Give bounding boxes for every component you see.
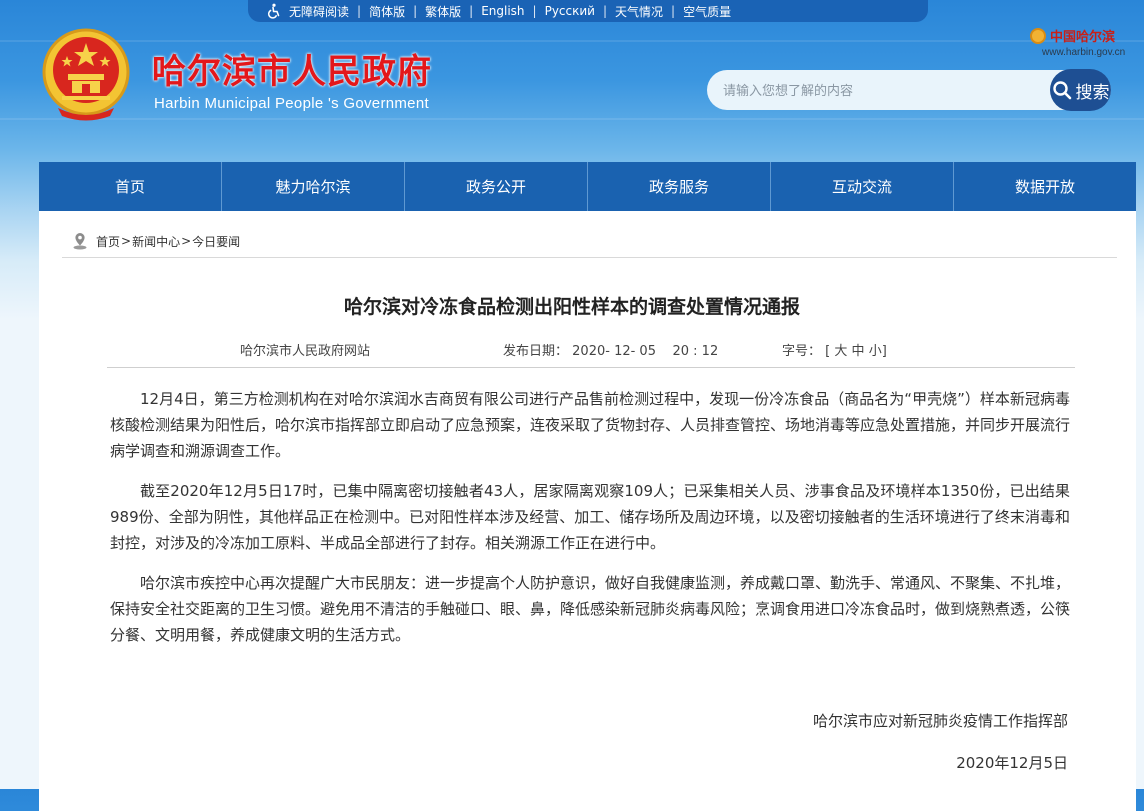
air-quality-link[interactable]: 空气质量 xyxy=(683,3,731,20)
breadcrumb-separator: > xyxy=(181,234,192,248)
date-label: 发布日期： xyxy=(503,344,569,359)
article-paragraph: 截至2020年12月5日17时，已集中隔离密切接触者43人，居家隔离观察109人… xyxy=(110,482,1070,552)
nav-item-open-data[interactable]: 数据开放 xyxy=(953,162,1136,211)
article-paragraph: 12月4日，第三方检测机构在对哈尔滨润水吉商贸有限公司进行产品售前检测过程中，发… xyxy=(110,390,1071,460)
search-button[interactable]: 搜索 xyxy=(1050,69,1111,111)
russian-link[interactable]: Русский xyxy=(545,4,595,18)
meta-divider xyxy=(107,367,1075,368)
font-size-bracket-open: [ xyxy=(825,344,831,359)
breadcrumb-divider xyxy=(62,257,1117,258)
main-nav: 首页 魅力哈尔滨 政务公开 政务服务 互动交流 数据开放 xyxy=(39,162,1136,211)
article-signature-date: 2020年12月5日 xyxy=(956,754,1068,772)
divider: | xyxy=(357,4,362,18)
divider: | xyxy=(602,4,608,18)
font-size-label: 字号： xyxy=(782,344,822,359)
national-emblem[interactable] xyxy=(40,26,132,122)
font-size-control: 字号： [ 大 中 小] xyxy=(782,340,887,359)
article-paragraph: 哈尔滨市疾控中心再次提醒广大市民朋友：进一步提高个人防护意识，做好自我健康监测，… xyxy=(110,574,1071,644)
harbin-logo-mark xyxy=(1030,27,1046,44)
breadcrumb-news-center[interactable]: 新闻中心 xyxy=(132,233,180,250)
nav-item-interaction[interactable]: 互动交流 xyxy=(770,162,953,211)
font-size-small-button[interactable]: 小 xyxy=(869,344,882,359)
top-utility-bar: 无障碍阅读 | 简体版 | 繁体版 | English | Русский | … xyxy=(248,0,928,22)
accessibility-reading-label: 无障碍阅读 xyxy=(289,4,350,19)
article-date: 发布日期： 2020- 12- 05 20 : 12 xyxy=(503,340,718,359)
breadcrumb-today-news[interactable]: 今日要闻 xyxy=(192,233,240,250)
divider: | xyxy=(469,4,474,18)
header-streak xyxy=(0,118,1144,120)
site-title: 哈尔滨市人民政府 xyxy=(152,52,432,92)
header-streak xyxy=(0,40,1144,42)
harbin-logo[interactable]: 中国哈尔滨 xyxy=(1030,26,1115,45)
simplified-chinese-link[interactable]: 简体版 xyxy=(369,3,405,20)
english-link[interactable]: English xyxy=(481,4,524,18)
article-signature: 哈尔滨市应对新冠肺炎疫情工作指挥部 xyxy=(812,712,1068,730)
font-size-medium-button[interactable]: 中 xyxy=(852,344,865,359)
weather-link[interactable]: 天气情况 xyxy=(615,3,663,20)
article-title: 哈尔滨对冷冻食品检测出阳性样本的调查处置情况通报 xyxy=(343,296,800,318)
article-source: 哈尔滨市人民政府网站 xyxy=(240,344,371,359)
breadcrumb-home[interactable]: 首页 xyxy=(96,233,120,250)
nav-item-charm-harbin[interactable]: 魅力哈尔滨 xyxy=(221,162,404,211)
harbin-domain: www.harbin.gov.cn xyxy=(1042,47,1126,58)
divider: | xyxy=(532,4,537,18)
breadcrumb: 首页 > 新闻中心 > 今日要闻 xyxy=(72,232,240,250)
date-value: 2020- 12- 05 20 : 12 xyxy=(572,344,719,359)
font-size-large-button[interactable]: 大 xyxy=(834,344,847,359)
nav-item-home[interactable]: 首页 xyxy=(39,162,221,211)
search-icon xyxy=(1052,81,1071,100)
nav-item-government-affairs[interactable]: 政务公开 xyxy=(404,162,587,211)
traditional-chinese-link[interactable]: 繁体版 xyxy=(425,3,461,20)
site-subtitle: Harbin Municipal People 's Government xyxy=(154,95,429,112)
wheelchair-icon xyxy=(267,3,280,19)
search-button-label: 搜索 xyxy=(1075,82,1110,103)
font-size-bracket-close: ] xyxy=(881,344,887,359)
accessibility-reading-link[interactable]: 无障碍阅读 xyxy=(266,3,349,20)
divider: | xyxy=(671,4,676,18)
breadcrumb-separator: > xyxy=(121,234,132,248)
harbin-logo-text: 中国哈尔滨 xyxy=(1050,30,1116,45)
nav-item-government-services[interactable]: 政务服务 xyxy=(587,162,770,211)
location-pin-icon xyxy=(73,233,87,250)
divider: | xyxy=(413,4,418,18)
search-input[interactable] xyxy=(721,70,1035,112)
article-body: 12月4日，第三方检测机构在对哈尔滨润水吉商贸有限公司进行产品售前检测过程中，发… xyxy=(110,386,1070,662)
